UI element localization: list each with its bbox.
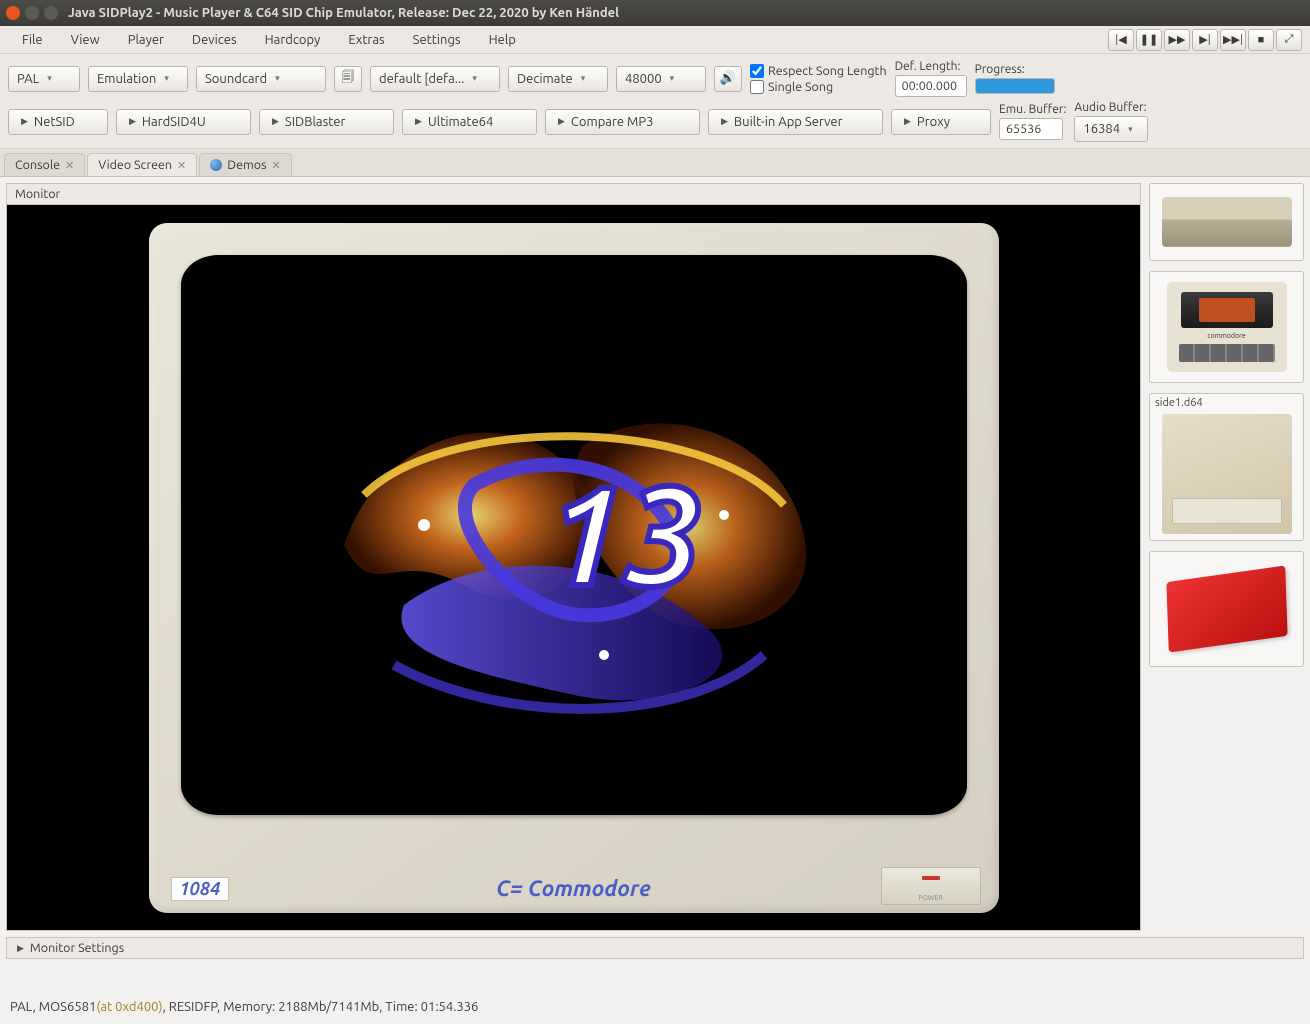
- statusbar: PAL, MOS6581(at 0xd400), RESIDFP, Memory…: [0, 994, 1310, 1020]
- def-length-input[interactable]: 00:00.000: [895, 75, 967, 97]
- skip-back-button[interactable]: |◀: [1108, 29, 1134, 51]
- menubar: File View Player Devices Hardcopy Extras…: [0, 26, 1310, 54]
- device-floppy-drive[interactable]: side1.d64: [1149, 393, 1304, 541]
- monitor-brand-label: C= Commodore: [496, 876, 651, 901]
- stop-button[interactable]: ■: [1248, 29, 1274, 51]
- crt-monitor-bezel: 13 1084 C= Commodore POWER: [149, 223, 999, 913]
- menu-view[interactable]: View: [57, 29, 114, 51]
- audio-buffer-combo[interactable]: 16384: [1074, 116, 1148, 142]
- monitor-model-badge: 1084: [171, 877, 230, 901]
- proxy-button[interactable]: Proxy: [891, 109, 991, 135]
- menu-devices[interactable]: Devices: [178, 29, 251, 51]
- audio-output-combo[interactable]: Soundcard: [196, 66, 326, 92]
- crt-display-area: 13 1084 C= Commodore POWER: [7, 205, 1140, 930]
- device-sidebar: commodore side1.d64: [1149, 183, 1304, 931]
- speaker-icon[interactable]: 🔊: [714, 66, 742, 92]
- engine-combo[interactable]: Emulation: [88, 66, 188, 92]
- titlebar: Java SIDPlay2 - Music Player & C64 SID C…: [0, 0, 1310, 26]
- samplerate-combo[interactable]: 48000: [616, 66, 706, 92]
- tabbar: Console✕ Video Screen✕ Demos✕: [0, 149, 1310, 177]
- def-length-label: Def. Length:: [895, 60, 967, 73]
- emu-buffer-label: Emu. Buffer:: [999, 103, 1066, 116]
- respect-songlength-checkbox[interactable]: Respect Song Length: [750, 64, 887, 78]
- device-c64-keyboard[interactable]: [1149, 183, 1304, 261]
- pause-button[interactable]: ❚❚: [1136, 29, 1162, 51]
- toolbar: PAL Emulation Soundcard 🗐 default [defa.…: [0, 54, 1310, 149]
- progress-bar: [975, 78, 1055, 94]
- menu-player[interactable]: Player: [114, 29, 178, 51]
- netsid-button[interactable]: NetSID: [8, 109, 108, 135]
- menu-settings[interactable]: Settings: [399, 29, 475, 51]
- skip-forward-button[interactable]: ▶|: [1192, 29, 1218, 51]
- menu-file[interactable]: File: [8, 29, 57, 51]
- window-title: Java SIDPlay2 - Music Player & C64 SID C…: [68, 6, 619, 20]
- compare-mp3-button[interactable]: Compare MP3: [545, 109, 700, 135]
- svg-text:13: 13: [544, 456, 702, 612]
- close-icon[interactable]: ✕: [177, 159, 186, 172]
- close-icon[interactable]: ✕: [272, 159, 281, 172]
- menu-extras[interactable]: Extras: [334, 29, 398, 51]
- device-datasette[interactable]: commodore: [1149, 271, 1304, 383]
- globe-icon: [210, 159, 222, 171]
- sampling-combo[interactable]: Decimate: [508, 66, 608, 92]
- fast-forward-button[interactable]: ▶▶: [1164, 29, 1190, 51]
- window-close-button[interactable]: [6, 6, 20, 20]
- next-track-button[interactable]: ▶▶|: [1220, 29, 1246, 51]
- video-panel: Monitor 13: [6, 183, 1141, 931]
- window-maximize-button[interactable]: [44, 6, 58, 20]
- emu-buffer-input[interactable]: 65536: [999, 118, 1063, 140]
- monitor-power-panel: POWER: [881, 867, 981, 905]
- crt-screen: 13: [181, 255, 967, 815]
- tab-console[interactable]: Console✕: [4, 153, 85, 176]
- ultimate64-button[interactable]: Ultimate64: [402, 109, 537, 135]
- hardsid-button[interactable]: HardSID4U: [116, 109, 251, 135]
- video-standard-combo[interactable]: PAL: [8, 66, 80, 92]
- tab-demos[interactable]: Demos✕: [199, 153, 291, 176]
- audio-buffer-label: Audio Buffer:: [1074, 101, 1148, 114]
- fullscreen-button[interactable]: ⤢: [1276, 29, 1302, 51]
- progress-label: Progress:: [975, 63, 1055, 76]
- single-song-checkbox[interactable]: Single Song: [750, 80, 887, 94]
- demo-render: 13: [211, 285, 937, 785]
- audio-device-combo[interactable]: default [defa...: [370, 66, 500, 92]
- tab-video-screen[interactable]: Video Screen✕: [87, 153, 197, 176]
- menu-help[interactable]: Help: [475, 29, 530, 51]
- menu-hardcopy[interactable]: Hardcopy: [251, 29, 335, 51]
- monitor-settings-expander[interactable]: Monitor Settings: [6, 937, 1304, 959]
- app-server-button[interactable]: Built-in App Server: [708, 109, 883, 135]
- device-cartridge[interactable]: [1149, 551, 1304, 667]
- sidblaster-button[interactable]: SIDBlaster: [259, 109, 394, 135]
- audio-device-icon[interactable]: 🗐: [334, 66, 362, 92]
- close-icon[interactable]: ✕: [65, 159, 74, 172]
- monitor-header: Monitor: [7, 184, 1140, 205]
- window-minimize-button[interactable]: [25, 6, 39, 20]
- disk-filename-label: side1.d64: [1155, 397, 1203, 409]
